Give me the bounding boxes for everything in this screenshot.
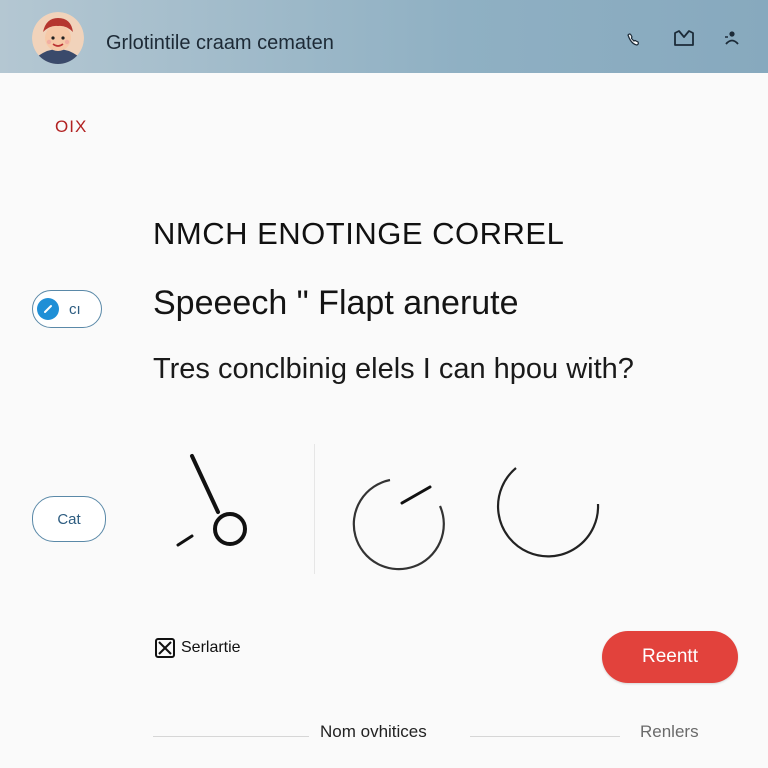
app-title: Grlotintile craam cematen <box>106 32 334 54</box>
footer-divider <box>470 736 620 737</box>
toggle-dot-icon <box>37 298 59 320</box>
prompt-text: Tres conclbinig elels I can hpou with? <box>153 353 634 385</box>
footer-divider <box>153 736 309 737</box>
subheading: Speeech " Flapt anerute <box>153 284 519 322</box>
toggle-pill[interactable]: cı <box>32 290 102 328</box>
page-title: NMCH ENOTINGE CORREL <box>153 216 565 251</box>
checkbox-label: Serlartie <box>181 639 241 656</box>
primary-button[interactable]: Reentt <box>602 631 738 683</box>
header-bar: Grlotintile craam cematen <box>0 0 768 73</box>
top-link[interactable]: OIX <box>55 117 87 137</box>
toggle-label: cı <box>69 300 81 318</box>
checkbox-row[interactable]: Serlartie <box>155 638 241 658</box>
phone-icon[interactable] <box>622 26 646 50</box>
dial-controls <box>176 454 600 571</box>
cat-button[interactable]: Cat <box>32 496 106 542</box>
checkbox[interactable] <box>155 638 175 658</box>
avatar[interactable] <box>32 12 84 64</box>
dial-ring-icon[interactable] <box>497 467 600 558</box>
person-icon[interactable] <box>720 26 744 50</box>
dial-handle-icon[interactable] <box>176 454 247 547</box>
app-window: Grlotintile craam cematen OIX NMCH ENOTI… <box>0 0 768 768</box>
dial-knob-icon[interactable] <box>352 478 445 571</box>
footer-link-center[interactable]: Nom ovhitices <box>320 722 427 742</box>
mail-icon[interactable] <box>672 26 696 50</box>
footer-link-right[interactable]: Renlers <box>640 722 699 742</box>
